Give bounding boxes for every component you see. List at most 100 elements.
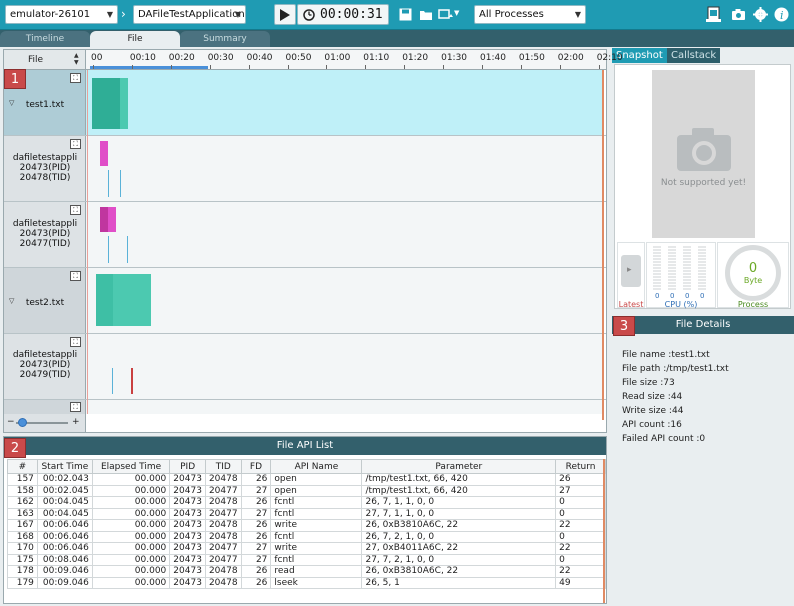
column-header[interactable]: FD [240,459,272,474]
open-button[interactable] [418,6,434,22]
tab-callstack[interactable]: Callstack [667,48,721,63]
column-header[interactable]: API Name [270,459,363,474]
breadcrumb-separator-icon: › [121,7,126,21]
start-trace-button[interactable] [274,4,296,25]
expand-icon[interactable]: ⛶ [70,73,81,83]
cpu-mini-chart: 0 0 0 0 CPU (%) [646,242,716,309]
column-header[interactable]: Parameter [361,459,557,474]
table-cell: 22 [555,519,606,532]
table-cell: 20473 [169,530,206,543]
file-access-block[interactable] [92,78,120,129]
table-cell: 163 [7,507,38,520]
table-row[interactable]: 170 00:06.046 00.000 20473 20477 27 write 27, 0… [7,542,606,555]
file-name-label: test1.txt [25,100,65,110]
table-cell: 20477 [204,507,242,520]
table-row[interactable]: 168 00:06.046 00.000 20473 20478 26 fcntl 26, 7… [7,530,606,543]
file-access-block[interactable] [113,274,151,326]
table-row[interactable]: 157 00:02.043 00.000 20473 20478 26 open/tmp/t… [7,473,606,486]
column-header[interactable]: TID [204,459,242,474]
table-cell: 27 [240,542,272,555]
timeline-file-filter[interactable]: File ▲ ▼ [4,50,86,70]
api-event-marker[interactable] [108,236,109,263]
api-event-block[interactable] [100,141,108,166]
file-api-list-panel: File API List # Start Time Elapsed Time PID… [3,436,607,604]
column-header[interactable]: Return [555,459,606,474]
table-cell: 20478 [204,565,242,578]
about-button[interactable]: i [773,6,789,22]
table-row[interactable]: 158 00:02.045 00.000 20473 20477 27 open/tmp/t… [7,484,606,497]
thread-tid-label: 20478(TID) [19,173,71,183]
thread-pid-label: 20473(PID) [19,163,71,173]
timeline-row-thread[interactable]: dafiletestappli 20473(PID) 20477(TID) ⛶ [4,202,606,268]
time-ruler[interactable]: 00 00:10 00:20 00:30 00:40 00:50 01:00 01:10 01:… [86,50,623,70]
table-row[interactable]: 162 00:04.045 00.000 20473 20478 26 fcntl 26, 7… [7,496,606,509]
zoom-out-icon[interactable]: − [7,417,15,427]
api-list-scrollbar[interactable] [603,459,605,603]
expand-icon[interactable]: ⛶ [70,402,81,412]
table-row[interactable]: 167 00:06.046 00.000 20473 20478 26 write 26, 0… [7,519,606,532]
table-cell: 168 [7,530,38,543]
replay-button[interactable] [437,6,453,22]
table-row[interactable]: 179 00:09.046 00.000 20473 20478 26 lseek 26, 5… [7,576,606,589]
expand-icon[interactable]: ⛶ [70,337,81,347]
expand-icon[interactable]: ⛶ [70,139,81,149]
timeline-row-thread[interactable]: dafiletestappli 20473(PID) 20478(TID) ⛶ [4,136,606,202]
column-header[interactable]: # [7,459,38,474]
timeline-row-file[interactable]: ▽ test2.txt ⛶ [4,268,606,334]
report-button[interactable] [705,6,721,22]
column-header[interactable]: Elapsed Time [91,459,171,474]
replay-menu-chevron-icon[interactable]: ▼ [454,9,459,17]
main-tabbar: Timeline File Summary [0,30,610,47]
snapshot-panel: Not supported yet! ▸ Latest 0 0 0 0 CPU … [614,64,791,309]
api-event-block[interactable] [100,207,108,232]
file-access-block[interactable] [96,274,113,326]
zoom-slider-handle[interactable] [18,418,27,427]
table-cell: 27 [240,553,272,566]
table-row[interactable]: 175 00:08.046 00.000 20473 20477 27 fcntl 27, 7… [7,553,606,566]
api-event-marker[interactable] [120,170,121,197]
table-cell: 20478 [204,519,242,532]
expand-icon[interactable]: ⛶ [70,205,81,215]
timeline-scrollbar[interactable] [602,70,604,420]
tab-file[interactable]: File [90,31,180,47]
api-event-marker[interactable] [108,170,109,197]
timeline-row-thread[interactable]: dafiletestappli 20473(PID) 20479(TID) ⛶ [4,334,606,400]
detail-file-name: File name :test1.txt [622,350,710,360]
settings-button[interactable] [752,6,768,22]
folder-open-icon [419,10,432,20]
table-cell: /tmp/test1.txt, 66, 420 [361,484,557,497]
table-cell: open [270,484,363,497]
application-select[interactable]: DAFileTestApplication ▼ [133,5,246,24]
process-label: Process [737,300,769,309]
table-cell: 26, 0xB3810A6C, 22 [361,565,557,578]
column-header[interactable]: PID [169,459,206,474]
latest-thumbnail[interactable]: ▸ Latest [617,242,645,309]
file-access-block[interactable] [120,78,128,129]
api-event-marker[interactable] [127,236,128,263]
time-range-bar [90,66,208,69]
api-event-marker[interactable] [131,368,133,394]
report-icon [705,6,721,22]
table-cell: 179 [7,576,38,589]
tab-summary[interactable]: Summary [180,31,270,47]
zoom-in-icon[interactable]: + [72,417,80,427]
table-row[interactable]: 178 00:09.046 00.000 20473 20478 26 read 26, 0x… [7,565,606,578]
ruler-tick-mark [170,65,172,69]
save-button[interactable] [397,6,413,22]
thread-process-label: dafiletestappli [12,219,78,229]
table-row[interactable]: 163 00:04.045 00.000 20473 20477 27 fcntl 27, 7… [7,507,606,520]
api-event-marker[interactable] [112,368,113,394]
info-icon: i [774,7,788,22]
expand-icon[interactable]: ⛶ [70,271,81,281]
table-cell: 00.000 [91,507,171,520]
timeline-row-file[interactable]: ▽ test1.txt ⛶ [4,70,606,136]
api-event-block[interactable] [108,207,116,232]
process-filter-select[interactable]: All Processes ▼ [474,5,586,24]
timeline-row-file[interactable]: ⛶ [4,400,606,414]
column-header[interactable]: Start Time [36,459,93,474]
tab-timeline[interactable]: Timeline [0,31,90,47]
screenshot-button[interactable] [730,6,746,22]
ruler-tick-mark [365,65,367,69]
table-header-row: # Start Time Elapsed Time PID TID FD API Name P… [7,459,606,474]
device-select[interactable]: emulator-26101 ▼ [5,5,118,24]
